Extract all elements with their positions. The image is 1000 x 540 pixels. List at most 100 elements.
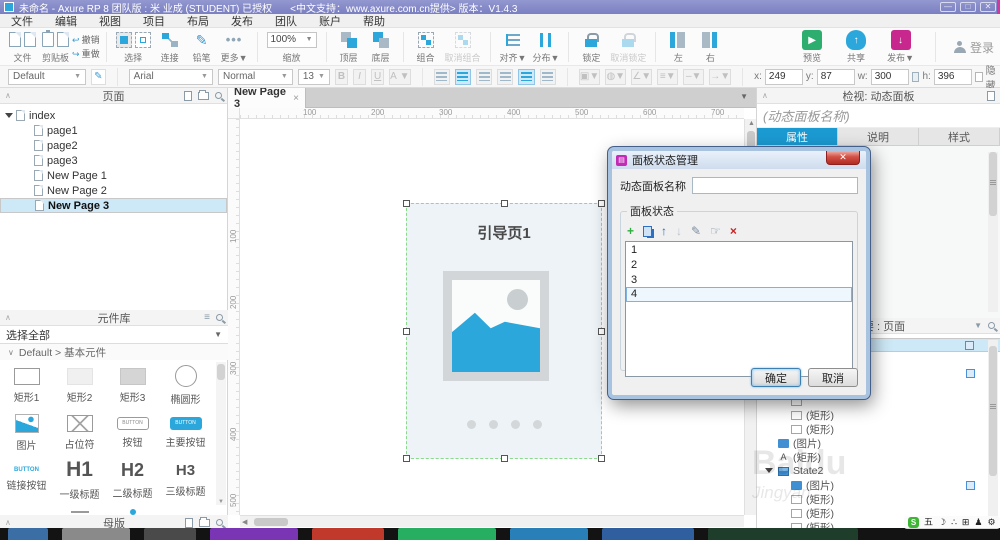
collapse-panel-icon[interactable]: ∧ [5, 518, 11, 527]
expand-caret-icon[interactable] [765, 468, 773, 477]
ime-icon[interactable]: ☽ [938, 517, 946, 528]
publish-button[interactable]: ↓发布▼ [884, 30, 917, 64]
distribute-button[interactable]: 分布▼ [529, 30, 562, 64]
collapse-panel-icon[interactable]: ∧ [5, 313, 11, 322]
page-tree-item[interactable]: New Page 2 [0, 183, 227, 198]
align-left-button[interactable]: 左 [662, 30, 694, 64]
library-section-header[interactable]: ∨ Default > 基本元件 [0, 344, 228, 360]
search-icon[interactable] [988, 322, 995, 329]
minimize-button[interactable]: — [940, 2, 956, 12]
selection-handle[interactable] [598, 200, 605, 207]
select-mode-button[interactable]: 选择 [113, 30, 154, 64]
outline-scrollbar[interactable] [988, 340, 998, 524]
more-button[interactable]: •••更多▼ [218, 30, 251, 64]
page-tree-item[interactable]: page2 [0, 138, 227, 153]
dialog-close-button[interactable]: ✕ [826, 151, 860, 165]
dialog-title-bar[interactable]: ▤ 面板状态管理 ✕ [612, 151, 866, 169]
sogou-logo-icon[interactable]: S [908, 517, 919, 528]
rename-state-button[interactable]: ✎ [691, 225, 701, 237]
library-filter-select[interactable]: 选择全部▼ [0, 326, 228, 344]
selection-handle[interactable] [501, 200, 508, 207]
line-style-button[interactable]: –▼ [683, 69, 704, 85]
library-widget-item[interactable]: H1 一级标题 [53, 456, 106, 503]
add-page-icon[interactable] [184, 91, 192, 101]
tab-close-icon[interactable]: × [293, 93, 299, 104]
valign-bottom-button[interactable] [540, 69, 556, 85]
opacity-button[interactable]: ◍▼ [605, 69, 626, 85]
add-master-icon[interactable] [185, 518, 193, 528]
menu-item[interactable]: 发布 [220, 13, 264, 29]
state-list-item[interactable]: 4 [626, 287, 852, 302]
menu-item[interactable]: 编辑 [44, 13, 88, 29]
scrollbar-thumb[interactable] [989, 346, 997, 476]
hide-checkbox[interactable] [975, 72, 983, 82]
library-widget-item[interactable]: 矩形1 [0, 362, 53, 409]
line-color-button[interactable]: ∠▼ [631, 69, 652, 85]
valign-top-button[interactable] [497, 69, 513, 85]
add-state-button[interactable]: + [627, 225, 634, 237]
font-weight-select[interactable]: Normal▼ [218, 69, 293, 85]
selection-handle[interactable] [403, 200, 410, 207]
scroll-left-icon[interactable]: ◀ [242, 518, 247, 526]
outline-tree-item[interactable]: (矩形) [757, 408, 1000, 422]
font-family-select[interactable]: Arial▼ [129, 69, 213, 85]
send-to-back-button[interactable]: 底层 [365, 30, 397, 64]
outline-tree-item[interactable]: (图片) [757, 436, 1000, 450]
fill-color-button[interactable]: ▣▼ [579, 69, 600, 85]
page-tree-item[interactable]: page3 [0, 153, 227, 168]
line-width-button[interactable]: ≡▼ [657, 69, 678, 85]
h-input[interactable] [934, 69, 972, 85]
outline-tree-item[interactable]: State2 [757, 464, 1000, 478]
states-list[interactable]: 1 2 3 4 [625, 241, 853, 377]
outline-tree-item[interactable]: A (矩形) [757, 450, 1000, 464]
library-widget-item[interactable]: 矩形2 [53, 362, 106, 409]
menu-item[interactable]: 项目 [132, 13, 176, 29]
move-down-button[interactable]: ↓ [676, 225, 682, 237]
outline-tree-item[interactable]: (矩形) [757, 422, 1000, 436]
y-input[interactable] [817, 69, 855, 85]
horizontal-scrollbar[interactable]: ◀ [240, 515, 744, 527]
state-list-item[interactable]: 3 [626, 272, 852, 287]
ime-icon[interactable]: ⚙ [987, 517, 995, 528]
library-widget-item[interactable]: 椭圆形 [159, 362, 212, 409]
tab-new-page-3[interactable]: New Page 3 × [228, 88, 306, 108]
library-widget-item[interactable]: H2 二级标题 [106, 456, 159, 503]
group-button[interactable]: 组合 [410, 30, 442, 64]
collapse-panel-icon[interactable]: ∧ [5, 91, 11, 100]
arrow-style-button[interactable]: →▼ [709, 69, 731, 85]
redo-button[interactable]: ↪重做 [72, 47, 100, 60]
filter-funnel-icon[interactable]: ▼ [974, 321, 982, 330]
taskbar-app-icon[interactable] [8, 528, 48, 540]
scrollbar-thumb[interactable] [254, 518, 288, 526]
menu-item[interactable]: 布局 [176, 13, 220, 29]
font-size-select[interactable]: 13▼ [298, 69, 330, 85]
inspector-tab[interactable]: 说明 [838, 128, 919, 145]
outline-tree-item[interactable]: (图片) [757, 478, 1000, 492]
search-icon[interactable] [216, 314, 223, 321]
page-tree-item[interactable]: index [0, 108, 227, 123]
ime-icon[interactable]: ⊞ [962, 517, 970, 528]
underline-button[interactable]: U [371, 69, 384, 85]
text-align-center-button[interactable] [455, 69, 471, 85]
menu-item[interactable]: 文件 [0, 13, 44, 29]
library-widget-item[interactable]: 矩形3 [106, 362, 159, 409]
inspector-scrollbar[interactable] [988, 152, 998, 312]
taskbar-app-icon[interactable] [312, 528, 384, 540]
share-button[interactable]: ↑共享 [840, 30, 872, 64]
library-menu-icon[interactable]: ≡ [204, 312, 210, 323]
scroll-down-icon[interactable]: ▼ [218, 499, 224, 505]
taskbar-app-icon[interactable] [398, 528, 496, 540]
selection-handle[interactable] [501, 455, 508, 462]
valign-middle-button[interactable] [518, 69, 534, 85]
italic-button[interactable]: I [353, 69, 366, 85]
panel-name-input[interactable] [692, 177, 858, 194]
clipboard-button[interactable]: 剪贴板 [39, 30, 72, 64]
ime-icon[interactable]: ∴ [951, 517, 957, 528]
bring-to-front-button[interactable]: 顶层 [333, 30, 365, 64]
bold-button[interactable]: B [335, 69, 348, 85]
library-scrollbar[interactable]: ▼ [216, 362, 226, 505]
add-folder-icon[interactable] [198, 92, 209, 100]
file-button[interactable]: 文件 [6, 30, 39, 64]
zoom-select[interactable]: 100%▼ [267, 32, 317, 48]
search-icon[interactable] [216, 519, 223, 526]
